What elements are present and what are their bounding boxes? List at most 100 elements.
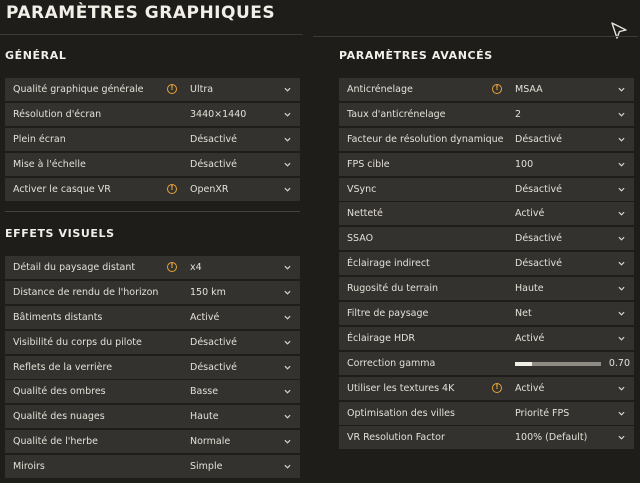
chevron-down-icon[interactable] [284, 413, 291, 420]
setting-row-eclairage-hdr[interactable]: Éclairage HDR Activé [339, 326, 634, 350]
setting-row-taux-d-anticrenelage[interactable]: Taux d'anticrénelage 2 [339, 102, 634, 126]
gamma-slider[interactable] [515, 361, 601, 366]
setting-row-optimisation-des-villes[interactable]: Optimisation des villes Priorité FPS [339, 401, 634, 425]
setting-value-dropdown[interactable]: Désactivé [515, 258, 562, 269]
chevron-down-icon[interactable] [284, 161, 291, 168]
setting-value-dropdown[interactable]: 3440×1440 [190, 109, 246, 120]
setting-row-qualite-de-l-herbe[interactable]: Qualité de l'herbe Normale [5, 430, 300, 454]
setting-value-dropdown[interactable]: Haute [515, 283, 544, 294]
setting-value-dropdown[interactable]: Désactivé [190, 337, 237, 348]
setting-value-dropdown[interactable]: Activé [515, 208, 544, 219]
setting-value-dropdown[interactable]: Désactivé [190, 362, 237, 373]
chevron-down-icon[interactable] [618, 434, 625, 441]
chevron-down-icon[interactable] [618, 410, 625, 417]
setting-value-dropdown[interactable]: Désactivé [515, 134, 562, 145]
chevron-down-icon[interactable] [618, 161, 625, 168]
setting-row-fps-cible[interactable]: FPS cible 100 [339, 152, 634, 176]
setting-row-mise-a-l-echelle[interactable]: Mise à l'échelle Désactivé [5, 152, 300, 176]
setting-value-dropdown[interactable]: Activé [515, 383, 544, 394]
setting-value-dropdown[interactable]: MSAA [515, 84, 543, 95]
setting-value-dropdown[interactable]: Désactivé [190, 159, 237, 170]
setting-value-dropdown[interactable]: Priorité FPS [515, 408, 569, 419]
chevron-down-icon[interactable] [284, 111, 291, 118]
chevron-down-icon[interactable] [284, 264, 291, 271]
chevron-down-icon[interactable] [284, 86, 291, 93]
chevron-down-icon[interactable] [618, 235, 625, 242]
slider-fill [515, 361, 533, 366]
setting-row-qualite-des-ombres[interactable]: Qualité des ombres Basse [5, 380, 300, 404]
section-title-visual-effects: EFFETS VISUELS [5, 227, 115, 240]
setting-label: Taux d'anticrénelage [347, 108, 446, 120]
setting-row-visibilite-du-corps-du-pilote[interactable]: Visibilité du corps du pilote Désactivé [5, 330, 300, 354]
setting-label: Mise à l'échelle [13, 158, 86, 170]
setting-value-dropdown[interactable]: Ultra [190, 84, 213, 95]
setting-row-facteur-de-resolution-dynamique[interactable]: Facteur de résolution dynamique Désactivé [339, 127, 634, 151]
setting-label: Plein écran [13, 133, 66, 145]
chevron-down-icon[interactable] [284, 463, 291, 470]
setting-label: Activer le casque VR [13, 183, 111, 195]
chevron-down-icon[interactable] [618, 385, 625, 392]
setting-value-dropdown[interactable]: Haute [190, 411, 219, 422]
setting-label: Éclairage indirect [347, 258, 430, 270]
setting-row-detail-du-paysage-distant[interactable]: Détail du paysage distant! x4 [5, 256, 300, 279]
setting-value-dropdown[interactable]: Simple [190, 461, 222, 472]
setting-label: Résolution d'écran [13, 108, 102, 120]
setting-value-dropdown[interactable]: Activé [190, 312, 219, 323]
setting-row-filtre-de-paysage[interactable]: Filtre de paysage Net [339, 302, 634, 326]
setting-row-reflets-de-la-verriere[interactable]: Reflets de la verrière Désactivé [5, 355, 300, 379]
chevron-down-icon[interactable] [284, 364, 291, 371]
chevron-down-icon[interactable] [618, 310, 625, 317]
setting-value-dropdown[interactable]: x4 [190, 262, 202, 273]
setting-row-utiliser-les-textures-4k[interactable]: Utiliser les textures 4K! Activé [339, 376, 634, 400]
setting-value-dropdown[interactable]: Basse [190, 386, 218, 397]
section-title-advanced: PARAMÈTRES AVANCÉS [339, 49, 493, 62]
setting-value-dropdown[interactable]: 100% (Default) [515, 432, 587, 443]
setting-value-dropdown[interactable]: Désactivé [190, 134, 237, 145]
setting-value-dropdown[interactable]: 100 [515, 159, 533, 170]
chevron-down-icon[interactable] [618, 260, 625, 267]
setting-value-dropdown[interactable]: Désactivé [515, 233, 562, 244]
setting-row-correction-gamma[interactable]: Correction gamma 0.70 [339, 351, 634, 375]
chevron-down-icon[interactable] [284, 136, 291, 143]
setting-row-rugosite-du-terrain[interactable]: Rugosité du terrain Haute [339, 277, 634, 301]
chevron-down-icon[interactable] [618, 111, 625, 118]
setting-row-batiments-distants[interactable]: Bâtiments distants Activé [5, 305, 300, 329]
chevron-down-icon[interactable] [618, 335, 625, 342]
setting-row-plein-ecran[interactable]: Plein écran Désactivé [5, 127, 300, 151]
chevron-down-icon[interactable] [618, 210, 625, 217]
setting-row-distance-de-rendu-de-l-horizon[interactable]: Distance de rendu de l'horizon 150 km [5, 280, 300, 304]
chevron-down-icon[interactable] [618, 136, 625, 143]
setting-value-dropdown[interactable]: OpenXR [190, 184, 228, 195]
setting-value-dropdown[interactable]: Activé [515, 333, 544, 344]
setting-value-dropdown[interactable]: 150 km [190, 287, 226, 298]
chevron-down-icon[interactable] [618, 186, 625, 193]
setting-row-nettete[interactable]: Netteté Activé [339, 202, 634, 226]
chevron-down-icon[interactable] [284, 186, 291, 193]
chevron-down-icon[interactable] [284, 314, 291, 321]
setting-value-dropdown[interactable]: 2 [515, 109, 521, 120]
section-divider [5, 211, 300, 212]
setting-row-vsync[interactable]: VSync Désactivé [339, 177, 634, 201]
chevron-down-icon[interactable] [618, 285, 625, 292]
setting-row-miroirs[interactable]: Miroirs Simple [5, 455, 300, 479]
setting-label: Qualité graphique générale [13, 84, 144, 95]
setting-row-anticrenelage[interactable]: Anticrénelage! MSAA [339, 78, 634, 101]
setting-row-eclairage-indirect[interactable]: Éclairage indirect Désactivé [339, 252, 634, 276]
chevron-down-icon[interactable] [618, 86, 625, 93]
setting-label: Qualité des nuages [13, 411, 105, 423]
setting-row-resolution-d-ecran[interactable]: Résolution d'écran 3440×1440 [5, 102, 300, 126]
setting-row-qualite-des-nuages[interactable]: Qualité des nuages Haute [5, 405, 300, 429]
setting-label: Filtre de paysage [347, 308, 429, 320]
chevron-down-icon[interactable] [284, 388, 291, 395]
setting-row-activer-le-casque-vr[interactable]: Activer le casque VR! OpenXR [5, 177, 300, 201]
setting-value-dropdown[interactable]: Désactivé [515, 184, 562, 195]
chevron-down-icon[interactable] [284, 289, 291, 296]
setting-row-qualite-graphique-generale[interactable]: Qualité graphique générale! Ultra [5, 78, 300, 101]
setting-row-ssao[interactable]: SSAO Désactivé [339, 227, 634, 251]
setting-row-vr-resolution-factor[interactable]: VR Resolution Factor 100% (Default) [339, 426, 634, 450]
chevron-down-icon[interactable] [284, 339, 291, 346]
setting-value-dropdown[interactable]: Normale [190, 436, 230, 447]
setting-value-dropdown[interactable]: Net [515, 308, 532, 319]
chevron-down-icon[interactable] [284, 438, 291, 445]
setting-label: Miroirs [13, 461, 45, 473]
